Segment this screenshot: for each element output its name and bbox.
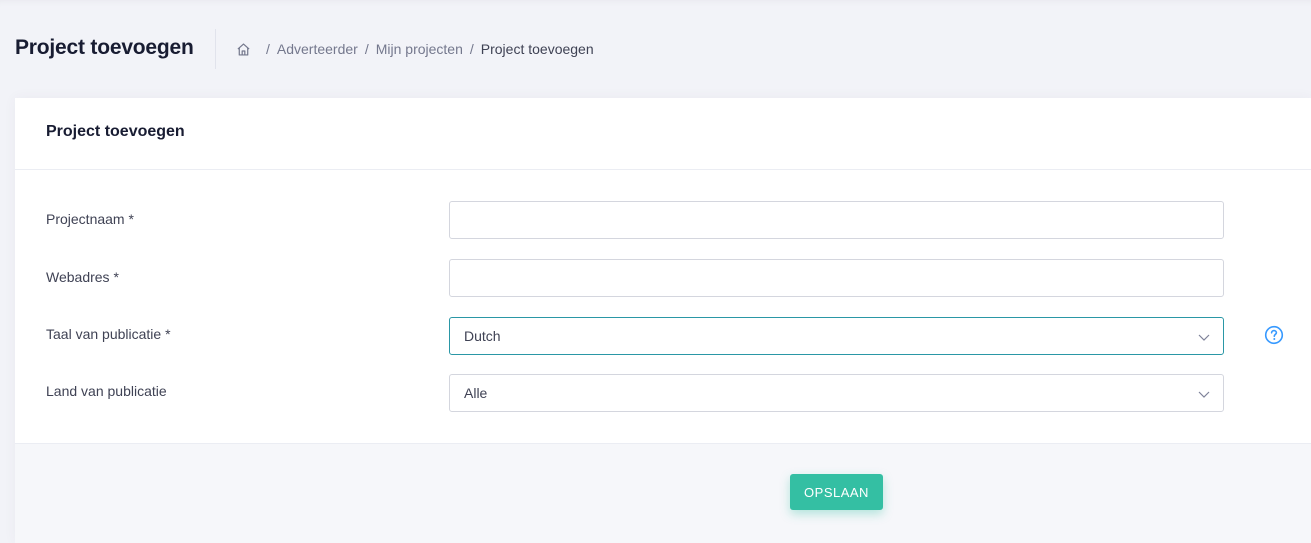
country-label: Land van publicatie: [46, 383, 167, 399]
form-row-country: Land van publicatie Alle: [15, 374, 1311, 412]
page-title: Project toevoegen: [15, 36, 194, 59]
card-footer: OPSLAAN: [15, 443, 1311, 543]
form-row-language: Taal van publicatie * Dutch: [15, 317, 1311, 355]
project-name-input[interactable]: [449, 201, 1224, 239]
project-name-label: Projectnaam *: [46, 211, 134, 227]
breadcrumb-item-current: Project toevoegen: [480, 41, 594, 57]
country-selected-value: Alle: [464, 385, 488, 401]
language-selected-value: Dutch: [464, 328, 501, 344]
subheader: Project toevoegen / Adverteerder / Mijn …: [0, 0, 1311, 98]
form-row-web-address: Webadres *: [15, 259, 1311, 297]
breadcrumb-item-adverteerder[interactable]: Adverteerder: [277, 41, 358, 57]
breadcrumb-item-mijn-projecten[interactable]: Mijn projecten: [376, 41, 463, 57]
web-address-input[interactable]: [449, 259, 1224, 297]
home-icon[interactable]: [235, 41, 251, 57]
breadcrumb-separator: /: [469, 41, 474, 57]
project-form-card: Project toevoegen Projectnaam * Webadres…: [15, 98, 1311, 543]
form-row-project-name: Projectnaam *: [15, 201, 1311, 239]
card-header: Project toevoegen: [15, 98, 1311, 170]
breadcrumb: / Adverteerder / Mijn projecten / Projec…: [235, 41, 594, 57]
question-circle-icon[interactable]: [1264, 325, 1284, 345]
chevron-down-icon: [1197, 330, 1211, 344]
breadcrumb-separator: /: [364, 41, 369, 57]
title-divider: [215, 29, 216, 69]
language-select[interactable]: Dutch: [449, 317, 1224, 355]
language-label: Taal van publicatie *: [46, 326, 171, 342]
country-select[interactable]: Alle: [449, 374, 1224, 412]
web-address-label: Webadres *: [46, 269, 119, 285]
breadcrumb-separator: /: [266, 41, 270, 57]
save-button[interactable]: OPSLAAN: [790, 474, 883, 510]
card-title: Project toevoegen: [46, 123, 185, 140]
chevron-down-icon: [1197, 387, 1211, 401]
